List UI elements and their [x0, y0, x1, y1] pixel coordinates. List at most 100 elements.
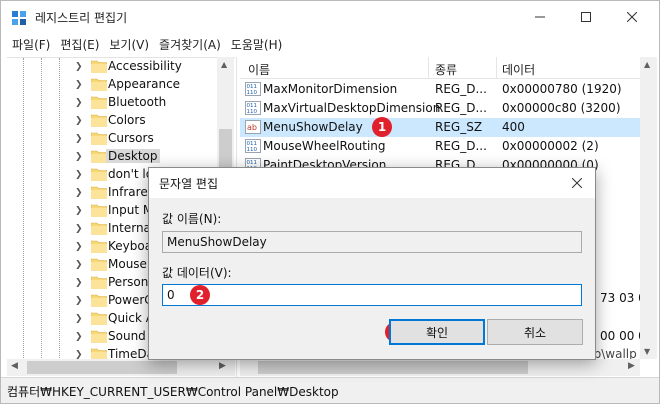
- expand-chevron-icon[interactable]: ❯: [75, 260, 83, 270]
- folder-icon: [91, 150, 107, 163]
- maximize-icon: [581, 12, 591, 22]
- list-vertical-scrollbar[interactable]: ▲ ▼: [640, 57, 657, 359]
- scroll-right-arrow-icon[interactable]: ▶: [219, 361, 226, 371]
- value-name-field: MenuShowDelay: [162, 231, 582, 253]
- tree-item-label: Accessibility: [108, 59, 182, 73]
- menu-file[interactable]: 파일(F): [7, 33, 55, 55]
- column-divider[interactable]: [496, 57, 497, 79]
- dialog-body: 값 이름(N): MenuShowDelay 값 데이터(V): 0 2 3 확…: [149, 198, 595, 359]
- folder-icon: [91, 186, 107, 199]
- expand-chevron-icon[interactable]: ❯: [75, 80, 83, 90]
- title-bar: 레지스트리 편집기: [1, 1, 659, 33]
- value-data-label: 값 데이터(V):: [162, 266, 232, 280]
- expand-chevron-icon[interactable]: ❯: [75, 134, 83, 144]
- tree-item-label: PowerC: [108, 293, 153, 307]
- tree-item-label: Mouse: [108, 257, 147, 271]
- registry-editor-window: 레지스트리 편집기 파일(F) 편집(E) 보기(V) 즐겨찾기(A) 도움말(…: [0, 0, 660, 404]
- list-row[interactable]: ab MenuShowDelay REG_SZ 400: [240, 118, 640, 137]
- expand-chevron-icon[interactable]: ❯: [75, 62, 83, 72]
- folder-icon: [91, 258, 107, 271]
- list-row[interactable]: 011 110 MaxMonitorDimension REG_D... 0x00000…: [240, 80, 640, 99]
- list-horizontal-scrollbar[interactable]: ▶: [240, 359, 640, 376]
- close-button[interactable]: [609, 1, 655, 33]
- expand-chevron-icon[interactable]: ❯: [75, 116, 83, 126]
- dialog-close-button[interactable]: [563, 171, 591, 195]
- tree-item-label: Input M: [108, 203, 154, 217]
- registry-editor-icon: [12, 11, 26, 25]
- scrollbar-thumb[interactable]: [258, 361, 528, 374]
- expand-chevron-icon[interactable]: ❯: [75, 188, 83, 198]
- scroll-down-arrow-icon[interactable]: ▼: [644, 347, 650, 356]
- window-title: 레지스트리 편집기: [35, 11, 128, 25]
- column-type-header[interactable]: 종류: [435, 61, 457, 78]
- cancel-button[interactable]: 취소: [487, 319, 583, 345]
- value-type-cell: REG_SZ: [435, 120, 483, 134]
- tree-item-label: Cursors: [108, 131, 154, 145]
- expand-chevron-icon[interactable]: ❯: [75, 206, 83, 216]
- tree-item[interactable]: ❯ Cursors: [7, 130, 235, 148]
- column-data-header[interactable]: 데이터: [502, 61, 535, 78]
- scrollbar-thumb[interactable]: [27, 361, 177, 374]
- list-header: 이름 종류 데이터: [240, 57, 640, 79]
- expand-chevron-icon[interactable]: ❯: [75, 314, 83, 324]
- scroll-up-arrow-icon[interactable]: ▲: [221, 60, 227, 69]
- tree-item-label: Colors: [108, 113, 146, 127]
- expand-chevron-icon[interactable]: ❯: [75, 332, 83, 342]
- folder-icon: [91, 294, 107, 307]
- binary-value-icon: 011110: [245, 101, 261, 115]
- list-cell-partial: 00 00 00: [600, 329, 640, 343]
- expand-chevron-icon[interactable]: ❯: [75, 98, 83, 108]
- scroll-left-arrow-icon[interactable]: ◀: [11, 361, 18, 371]
- minimize-button[interactable]: [517, 1, 563, 33]
- folder-icon: [91, 168, 107, 181]
- svg-text:110: 110: [247, 109, 258, 115]
- tree-item[interactable]: ❯ Colors: [7, 112, 235, 130]
- dialog-title: 문자열 편집: [159, 177, 219, 191]
- value-data-text: 0: [167, 288, 175, 302]
- expand-chevron-icon[interactable]: ❯: [75, 170, 83, 180]
- tree-item[interactable]: ❯ Bluetooth: [7, 94, 235, 112]
- maximize-button[interactable]: [563, 1, 609, 33]
- folder-icon: [91, 240, 107, 253]
- binary-value-icon: 011110: [245, 82, 261, 96]
- tree-item-label: Desktop: [106, 149, 160, 163]
- list-row[interactable]: 011 110 MaxVirtualDesktopDimension REG_D...…: [240, 99, 640, 118]
- folder-icon: [91, 78, 107, 91]
- expand-chevron-icon[interactable]: ❯: [75, 152, 83, 162]
- scroll-up-arrow-icon[interactable]: ▲: [644, 60, 650, 69]
- value-data-cell: 0x00000780 (1920): [502, 82, 622, 96]
- tree-item-label: Appearance: [108, 77, 181, 91]
- ok-button[interactable]: 확인: [389, 319, 485, 345]
- list-row[interactable]: 011 110 MouseWheelRouting REG_D... 0x0000000…: [240, 137, 640, 156]
- column-name-header[interactable]: 이름: [248, 61, 270, 78]
- folder-icon: [91, 132, 107, 145]
- tree-item[interactable]: ❯ Accessibility: [7, 58, 235, 76]
- expand-chevron-icon[interactable]: ❯: [75, 242, 83, 252]
- close-icon: [627, 12, 637, 22]
- column-divider[interactable]: [428, 57, 429, 79]
- menu-favorites[interactable]: 즐겨찾기(A): [154, 33, 226, 55]
- tree-item[interactable]: ❯ Desktop: [7, 148, 235, 166]
- value-name-cell: MaxVirtualDesktopDimension: [263, 101, 441, 115]
- expand-chevron-icon[interactable]: ❯: [75, 350, 83, 359]
- value-data-input[interactable]: 0: [162, 284, 582, 306]
- expand-chevron-icon[interactable]: ❯: [75, 296, 83, 306]
- value-type-cell: REG_D...: [435, 101, 487, 115]
- expand-chevron-icon[interactable]: ❯: [75, 224, 83, 234]
- value-name-cell: MouseWheelRouting: [263, 139, 386, 153]
- scroll-right-arrow-icon[interactable]: ▶: [628, 361, 635, 371]
- tree-item[interactable]: ❯ Appearance: [7, 76, 235, 94]
- menu-view[interactable]: 보기(V): [104, 33, 154, 55]
- menu-help[interactable]: 도움말(H): [226, 33, 288, 55]
- menu-edit[interactable]: 편집(E): [55, 33, 104, 55]
- tree-item-label: Sound: [108, 329, 146, 343]
- svg-text:110: 110: [247, 147, 258, 153]
- menu-bar: 파일(F) 편집(E) 보기(V) 즐겨찾기(A) 도움말(H): [1, 33, 659, 55]
- step-marker-1: 1: [372, 117, 392, 137]
- folder-icon: [91, 114, 107, 127]
- expand-chevron-icon[interactable]: ❯: [75, 278, 83, 288]
- tree-horizontal-scrollbar[interactable]: ◀ ▶: [7, 359, 235, 376]
- list-cell-partial: 73 03 00: [600, 291, 640, 305]
- tree-item-label: Bluetooth: [108, 95, 167, 109]
- folder-icon: [91, 60, 107, 73]
